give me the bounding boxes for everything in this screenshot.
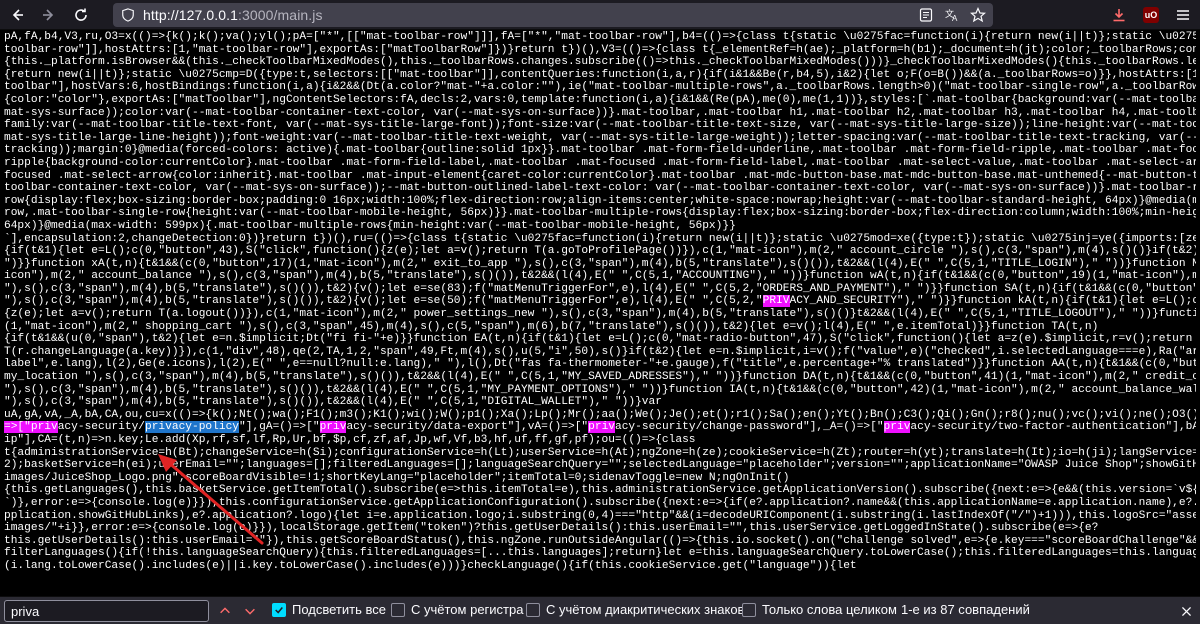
svg-text:A: A: [952, 14, 958, 23]
source-line: uA,gA,vA,_A,bA,CA,ou,cu=x(()=>{k();Nt();…: [4, 408, 1196, 421]
search-match-highlight: priv: [319, 421, 347, 434]
source-line: (1,"mat-icon"),m(2," shopping_cart "),s(…: [4, 320, 1099, 333]
match-count: 1-е из 87 совпадений: [901, 602, 1030, 617]
source-line: mat-sys-surface));color:var(--mat-toolba…: [4, 106, 1196, 119]
whole-words-checkbox[interactable]: Только слова целиком: [742, 602, 897, 617]
chevron-up-icon[interactable]: [215, 601, 235, 621]
source-line: this.getUserDetails():this.userEmail=""}…: [4, 534, 1196, 547]
search-match-highlight: PRIV: [762, 295, 790, 308]
source-line: row,.mat-toolbar-single-row{height:var(-…: [4, 207, 1196, 220]
source-line: toolbar-row"]],hostAttrs:[1,"mat-toolbar…: [4, 43, 1196, 56]
highlight-all-checkbox[interactable]: Подсветить все: [272, 602, 386, 617]
source-line: images/"+i}},error:e=>{console.log(e)}})…: [4, 522, 1099, 535]
source-line: focused .mat-select-arrow{color:inherit}…: [4, 169, 1196, 182]
source-line: "),s(),c(3,"span"),m(4),b(5,"translate")…: [4, 282, 1196, 295]
url-host: http://127.0.0.1: [143, 7, 239, 23]
source-line: ")}}function xA(t,n){t&1&&(c(0,"button",…: [4, 257, 1196, 270]
source-line: my_location "),s(),c(3,"span"),m(4),b(5,…: [4, 371, 1196, 384]
url-text[interactable]: http://127.0.0.1:3000/main.js: [143, 7, 323, 23]
source-line: "),s(),c(3,"span"),m(4),b(5,"translate")…: [4, 295, 1196, 308]
source-line: {z(e);let a=v();return T(a.logout())}),c…: [4, 308, 1196, 321]
match-case-checkbox[interactable]: С учётом регистра: [391, 602, 523, 617]
source-line: {if(t&1){let e=L();c(0,"button",43),S("c…: [4, 245, 1196, 258]
source-line: =>["privacy-security/privacy-policy"],gA…: [4, 421, 1196, 434]
reader-view-icon[interactable]: [917, 6, 935, 24]
source-line: 64px)}@media(max-width: 599px){.mat-tool…: [4, 219, 736, 232]
tracking-shield-icon[interactable]: [119, 6, 137, 24]
source-line: images/JuiceShop_Logo.png";scoreBoardVis…: [4, 471, 790, 484]
source-line: {this.getLanguages(),this.basketService.…: [4, 484, 1196, 497]
source-line: icon"),m(2," account_balance "),s(),c(3,…: [4, 270, 1196, 283]
source-line: 2);basketService=h(ei);userEmail="";lang…: [4, 459, 1196, 472]
checkbox-checked-icon: [272, 602, 286, 617]
source-line: `],encapsulation:2,changeDetection:0})}r…: [4, 232, 1196, 245]
source-line: t{administrationService=h(Bt);changeServ…: [4, 446, 1196, 459]
reload-icon[interactable]: [70, 4, 92, 26]
close-icon[interactable]: [1176, 601, 1196, 621]
bookmark-star-icon[interactable]: [969, 6, 987, 24]
source-code-view[interactable]: pA,fA,b4,V3,ru,O3=x(()=>{k();k();va();yl…: [0, 31, 1200, 595]
source-line: "),s(),c(3,"span"),m(4),b(5,"translate")…: [4, 396, 662, 409]
highlight-all-label: Подсветить все: [292, 602, 386, 617]
source-line: mat-sys-title-large-line-height));font-w…: [4, 131, 1196, 144]
hamburger-menu-icon[interactable]: [1172, 4, 1194, 26]
source-line: pplication.showGitHubLinks),e?.applicati…: [4, 509, 1196, 522]
source-line: {if(t&1&&(u(0,"span"),t&2){let e=n.$impl…: [4, 333, 1193, 346]
find-input[interactable]: [4, 600, 209, 622]
download-icon[interactable]: [1108, 4, 1130, 26]
ublock-badge: uO: [1143, 7, 1159, 23]
source-line: ripple{background-color:currentColor}.ma…: [4, 156, 1196, 169]
url-path: :3000/main.js: [238, 7, 323, 23]
checkbox-unchecked-icon: [391, 602, 405, 617]
source-line: `)},error:e=>{console.log(e)}}),this.con…: [4, 496, 1196, 509]
source-line: {this._platform.isBrowser&&(this._checkT…: [4, 56, 1196, 69]
source-line: {return new(i||t)};static \u0275cmp=D({t…: [4, 68, 1196, 81]
match-diacritics-checkbox[interactable]: С учётом диакритических знаков: [526, 602, 744, 617]
match-case-label: С учётом регистра: [411, 602, 524, 617]
search-match-highlight: priv: [883, 421, 911, 434]
current-match-selection: privacy-policy: [145, 421, 239, 434]
source-line: {color:"color"},exportAs:["matToolbar"],…: [4, 93, 1196, 106]
checkbox-unchecked-icon: [742, 602, 756, 617]
translate-icon[interactable]: 文A: [943, 6, 961, 24]
source-line: "),s(),c(3,"span"),m(4),b(5,"translate")…: [4, 383, 1196, 396]
arrow-left-icon[interactable]: [6, 4, 28, 26]
arrow-right-icon[interactable]: [38, 4, 60, 26]
search-match-highlight: =>["priv: [4, 421, 58, 434]
source-line: filterLanguages(){if(!this.languageSearc…: [4, 547, 1196, 560]
source-line: row{display:flex;box-sizing:border-box;p…: [4, 194, 1196, 207]
ublock-origin-icon[interactable]: uO: [1140, 4, 1162, 26]
source-line: toolbar-container-text-color, var(--mat-…: [4, 182, 1196, 195]
url-bar[interactable]: http://127.0.0.1:3000/main.js 文A: [113, 3, 993, 27]
source-line: T(r.changeLanguage(a.key))}),c(1,"div",4…: [4, 345, 1196, 358]
source-line: tracking));margin:0}@media(forced-colors…: [4, 144, 1196, 157]
source-line: label",e.lang),l(2),Ge(e.icons),l(2),E("…: [4, 358, 1196, 371]
search-match-highlight: priv: [588, 421, 615, 434]
source-line: ip"],CA=(t,n)=>n.key;Le.add(Xp,rf,sf,lf,…: [4, 434, 696, 446]
browser-toolbar: http://127.0.0.1:3000/main.js 文A uO: [0, 0, 1200, 30]
source-line: toolbar"],hostVars:6,hostBindings:functi…: [4, 81, 1196, 94]
source-line: pA,fA,b4,V3,ru,O3=x(()=>{k();k();va();yl…: [4, 31, 1196, 43]
checkbox-unchecked-icon: [526, 602, 540, 617]
match-diacritics-label: С учётом диакритических знаков: [546, 602, 745, 617]
whole-words-label: Только слова целиком: [762, 602, 897, 617]
source-line: family:var(--mat-toolbar-title-text-font…: [4, 119, 1196, 132]
chevron-down-icon[interactable]: [240, 601, 260, 621]
find-bar: Подсветить все С учётом регистра С учёто…: [0, 596, 1200, 624]
source-line: (i.lang.toLowerCase().includes(e)||i.key…: [4, 559, 857, 572]
